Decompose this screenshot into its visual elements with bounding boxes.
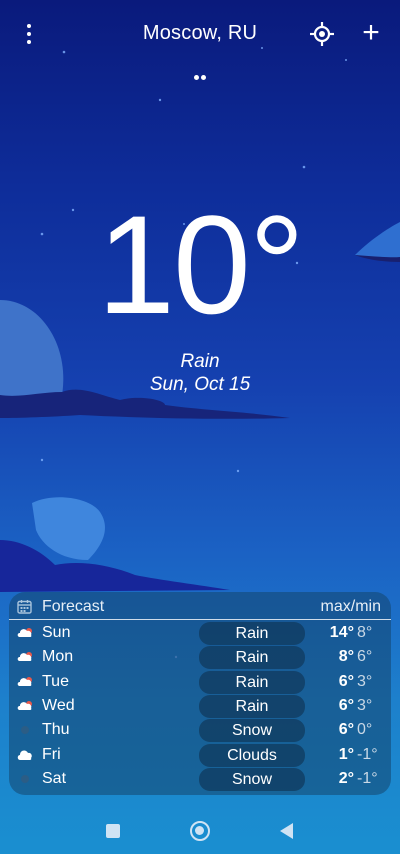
current-temperature: 10° <box>97 186 305 343</box>
forecast-day: Fri <box>42 745 61 763</box>
forecast-min: 6° <box>357 648 373 666</box>
forecast-condition: Snow <box>199 767 305 791</box>
more-vertical-icon[interactable] <box>18 20 40 48</box>
forecast-max: 6° <box>338 696 354 714</box>
forecast-header: Forecast max/min <box>9 592 391 620</box>
forecast-max: 2° <box>338 769 354 787</box>
forecast-condition: Rain <box>199 646 305 670</box>
forecast-min: 3° <box>357 672 373 690</box>
forecast-max: 6° <box>338 721 354 739</box>
forecast-condition: Rain <box>199 670 305 694</box>
forecast-day: Sun <box>42 624 71 641</box>
forecast-row[interactable]: Thu Snow 6° 0° <box>9 718 391 743</box>
city-title[interactable]: Moscow, RU <box>100 22 300 45</box>
rain-cloud-icon <box>17 675 33 689</box>
system-nav-bar <box>0 806 400 854</box>
forecast-day: Thu <box>42 721 70 739</box>
forecast-max: 6° <box>338 672 354 690</box>
forecast-card: Forecast max/min Sun Rain 14° 8° Mon Rain 8° 6°… <box>9 592 391 795</box>
recents-button[interactable] <box>106 824 120 838</box>
forecast-min: 3° <box>357 696 373 714</box>
forecast-row[interactable]: Mon Rain 8° 6° <box>9 645 391 670</box>
forecast-row[interactable]: Tue Rain 6° 3° <box>9 670 391 694</box>
top-app-bar: Moscow, RU + <box>0 14 400 54</box>
rain-cloud-icon <box>17 699 33 713</box>
forecast-row[interactable]: Sat Snow 2° -1° <box>9 767 391 791</box>
forecast-condition: Rain <box>199 694 305 718</box>
forecast-day: Mon <box>42 648 74 666</box>
forecast-min: -1° <box>357 745 378 763</box>
maxmin-label: max/min <box>320 598 381 615</box>
home-button[interactable] <box>190 821 210 841</box>
forecast-day: Tue <box>42 672 69 690</box>
forecast-min: 0° <box>357 721 373 739</box>
forecast-row[interactable]: Wed Rain 6° 3° <box>9 694 391 718</box>
page-indicator <box>194 67 208 80</box>
forecast-title: Forecast <box>42 598 105 615</box>
forecast-min: -1° <box>357 769 378 787</box>
forecast-row[interactable]: Sun Rain 14° 8° <box>9 621 391 645</box>
forecast-day: Sat <box>42 769 67 787</box>
rain-cloud-icon <box>17 626 33 640</box>
rain-cloud-icon <box>17 650 33 664</box>
crosshair-icon[interactable] <box>308 20 336 48</box>
forecast-max: 8° <box>338 648 354 666</box>
forecast-condition: Rain <box>199 622 305 645</box>
add-location-button[interactable]: + <box>358 18 384 48</box>
forecast-max: 1° <box>338 745 354 763</box>
snow-icon <box>17 772 33 786</box>
back-icon[interactable] <box>280 823 294 839</box>
forecast-day: Wed <box>42 696 75 714</box>
forecast-condition: Snow <box>199 719 305 743</box>
forecast-condition: Clouds <box>199 743 305 767</box>
cloud-icon <box>17 748 33 762</box>
forecast-max: 14° <box>329 624 354 641</box>
forecast-row[interactable]: Fri Clouds 1° -1° <box>9 743 391 767</box>
snow-icon <box>17 723 33 737</box>
calendar-icon <box>17 600 32 614</box>
forecast-min: 8° <box>357 624 373 641</box>
current-condition: Rain <box>180 351 220 372</box>
current-date: Sun, Oct 15 <box>149 374 251 395</box>
